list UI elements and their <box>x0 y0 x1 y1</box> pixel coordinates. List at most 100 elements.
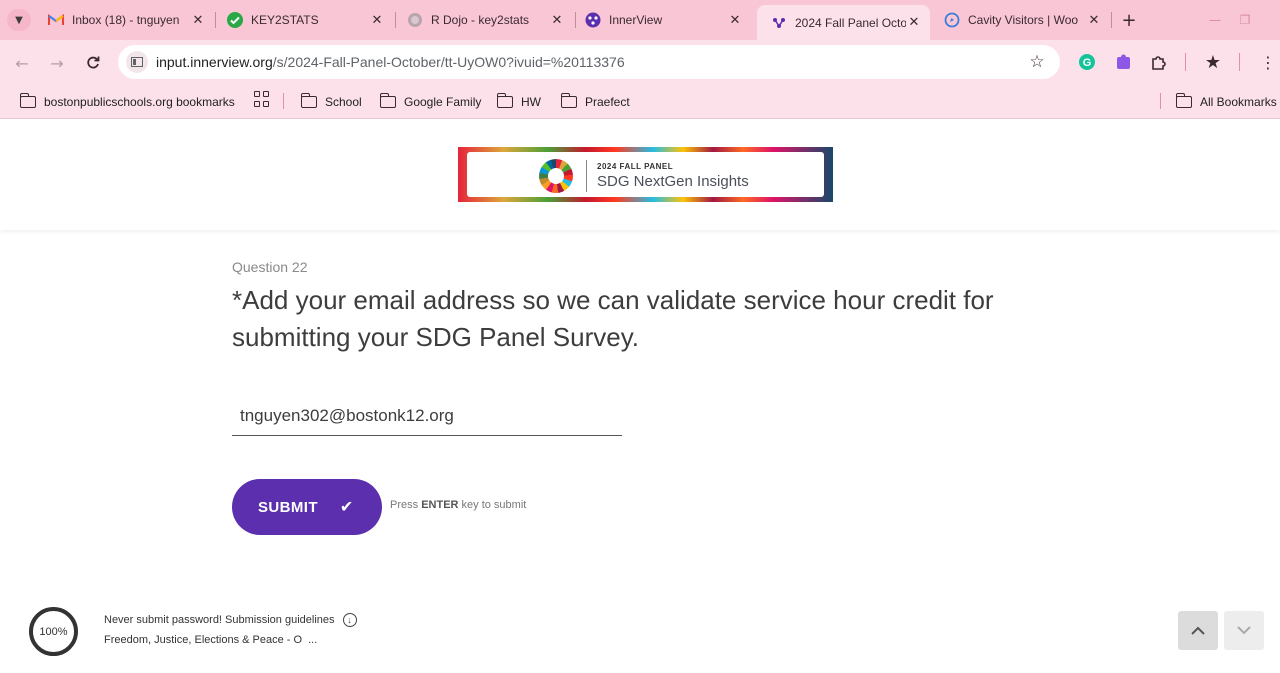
bookmark-label: Google Family <box>404 95 482 109</box>
tab-r-dojo[interactable]: R Dojo - key2stats ✕ <box>393 5 573 35</box>
chevron-down-icon <box>1237 626 1251 635</box>
bookmark-google-family[interactable]: Google Family <box>379 92 482 112</box>
close-icon[interactable]: ✕ <box>1086 12 1102 28</box>
banner-divider <box>586 160 587 192</box>
globe-icon <box>407 12 423 28</box>
folder-icon <box>300 93 317 108</box>
grammarly-icon[interactable]: G <box>1076 51 1098 73</box>
footer-section-text: Freedom, Justice, Elections & Peace - O <box>104 634 303 646</box>
svg-text:G: G <box>1083 57 1092 69</box>
bookmark-label: School <box>325 95 362 109</box>
gmail-icon <box>48 12 64 28</box>
url-path: /s/2024-Fall-Panel-October/tt-UyOW0?ivui… <box>272 54 625 70</box>
folder-icon <box>379 93 396 108</box>
footer-section: Freedom, Justice, Elections & Peace - O.… <box>104 634 317 646</box>
tab-gmail[interactable]: Inbox (18) - tnguyen ✕ <box>34 5 214 35</box>
next-question-button[interactable] <box>1224 611 1264 650</box>
apps-grid-icon[interactable] <box>254 91 270 107</box>
reading-list-star-icon[interactable]: ★ <box>1202 51 1224 73</box>
new-tab-plus-icon[interactable]: + <box>1118 9 1140 31</box>
managed-folder-icon <box>19 93 36 108</box>
toolbar-separator <box>1239 53 1240 71</box>
previous-question-button[interactable] <box>1178 611 1218 650</box>
tab-key2stats[interactable]: KEY2STATS ✕ <box>213 5 393 35</box>
toolbar-separator <box>1185 53 1186 71</box>
address-bar[interactable]: input.innerview.org/s/2024-Fall-Panel-Oc… <box>118 45 1060 79</box>
back-arrow-icon[interactable]: ← <box>9 50 35 76</box>
banner-inner: 2024 FALL PANEL SDG NextGen Insights <box>467 152 824 197</box>
bookmark-praefect[interactable]: Praefect <box>560 92 630 112</box>
bookmark-star-icon[interactable]: ☆ <box>1026 51 1048 73</box>
tab-strip: ▼ Inbox (18) - tnguyen ✕ KEY2STATS ✕ R D… <box>0 0 1280 40</box>
tab-cavity-visitors[interactable]: Cavity Visitors | Woo ✕ <box>930 5 1110 35</box>
browser-toolbar: ← → input.innerview.org/s/2024-Fall-Pane… <box>0 40 1280 85</box>
bookmark-managed[interactable]: bostonpublicschools.org bookmarks <box>19 92 235 112</box>
tab-innerview[interactable]: InnerView ✕ <box>571 5 751 35</box>
hint-suffix: key to submit <box>461 499 527 511</box>
forward-arrow-icon[interactable]: → <box>44 50 70 76</box>
tab-title: R Dojo - key2stats <box>431 13 530 27</box>
survey-banner: 2024 FALL PANEL SDG NextGen Insights <box>458 147 833 202</box>
close-icon[interactable]: ✕ <box>906 15 922 31</box>
tab-separator <box>1111 12 1112 28</box>
checkmark-icon: ✔ <box>339 499 354 516</box>
question-number: Question 22 <box>232 259 308 275</box>
bookmark-label: bostonpublicschools.org bookmarks <box>44 95 235 109</box>
innerview-icon <box>771 15 787 31</box>
submit-hint: Press ENTER key to submit <box>390 499 526 511</box>
compass-icon <box>944 12 960 28</box>
progress-label: 100% <box>39 625 68 638</box>
banner-title: SDG NextGen Insights <box>597 173 749 190</box>
close-icon[interactable]: ✕ <box>549 12 565 28</box>
submit-button[interactable]: SUBMIT ✔ <box>232 479 382 535</box>
all-bookmarks[interactable]: All Bookmarks <box>1175 92 1277 112</box>
tab-title: Cavity Visitors | Woo <box>968 13 1079 27</box>
maximize-icon[interactable]: ❐ <box>1234 9 1256 31</box>
chevron-up-icon <box>1191 626 1205 635</box>
tab-title: 2024 Fall Panel Octo <box>795 15 906 30</box>
extensions-puzzle-icon[interactable] <box>1148 51 1170 73</box>
tab-title: InnerView <box>609 13 663 27</box>
bookmarks-bar: bostonpublicschools.org bookmarks School… <box>0 85 1280 119</box>
all-bookmarks-label: All Bookmarks <box>1200 95 1277 109</box>
hint-prefix: Press <box>390 499 419 511</box>
bookmark-label: Praefect <box>585 95 630 109</box>
reload-icon[interactable] <box>80 50 106 76</box>
close-icon[interactable]: ✕ <box>727 12 743 28</box>
tab-search-button[interactable]: ▼ <box>7 9 31 31</box>
hint-key: ENTER <box>421 499 459 511</box>
email-field[interactable] <box>232 396 622 436</box>
download-circle-icon[interactable]: ↓ <box>342 613 357 627</box>
more-menu-icon[interactable]: ⋮ <box>1257 51 1279 73</box>
innerview-icon <box>585 12 601 28</box>
submit-label: SUBMIT <box>258 498 318 516</box>
question-text: *Add your email address so we can valida… <box>232 285 994 352</box>
folder-icon <box>1175 93 1192 108</box>
folder-icon <box>560 93 577 108</box>
chevron-down-icon: ▼ <box>15 14 23 26</box>
footer-ellipsis[interactable]: ... <box>308 634 317 646</box>
close-icon[interactable]: ✕ <box>369 12 385 28</box>
check-circle-icon <box>227 12 243 28</box>
bookmarks-separator <box>283 93 284 109</box>
url-host: input.innerview.org <box>156 54 273 70</box>
folder-icon <box>496 93 513 108</box>
tab-title: KEY2STATS <box>251 13 319 27</box>
bookmark-school[interactable]: School <box>300 92 362 112</box>
tab-title: Inbox (18) - tnguyen <box>72 13 180 27</box>
close-icon[interactable]: ✕ <box>190 12 206 28</box>
banner-kicker: 2024 FALL PANEL <box>597 162 674 171</box>
bookmarks-separator <box>1160 93 1161 109</box>
url-text: input.innerview.org/s/2024-Fall-Panel-Oc… <box>156 54 625 70</box>
survey-header: 2024 FALL PANEL SDG NextGen Insights <box>0 120 1280 230</box>
bookmark-label: HW <box>521 95 541 109</box>
footer-guidelines-text: Never submit password! Submission guidel… <box>104 614 335 626</box>
site-info-icon[interactable] <box>126 51 148 73</box>
bookmark-hw[interactable]: HW <box>496 92 541 112</box>
extension-puzzle-color-icon[interactable] <box>1113 51 1135 73</box>
sdg-wheel-logo <box>539 159 573 193</box>
footer-guidelines[interactable]: Never submit password! Submission guidel… <box>104 613 357 627</box>
minimize-icon[interactable]: — <box>1204 9 1226 31</box>
progress-circle: 100% <box>29 607 78 656</box>
tab-fall-panel[interactable]: 2024 Fall Panel Octo ✕ <box>757 5 930 40</box>
